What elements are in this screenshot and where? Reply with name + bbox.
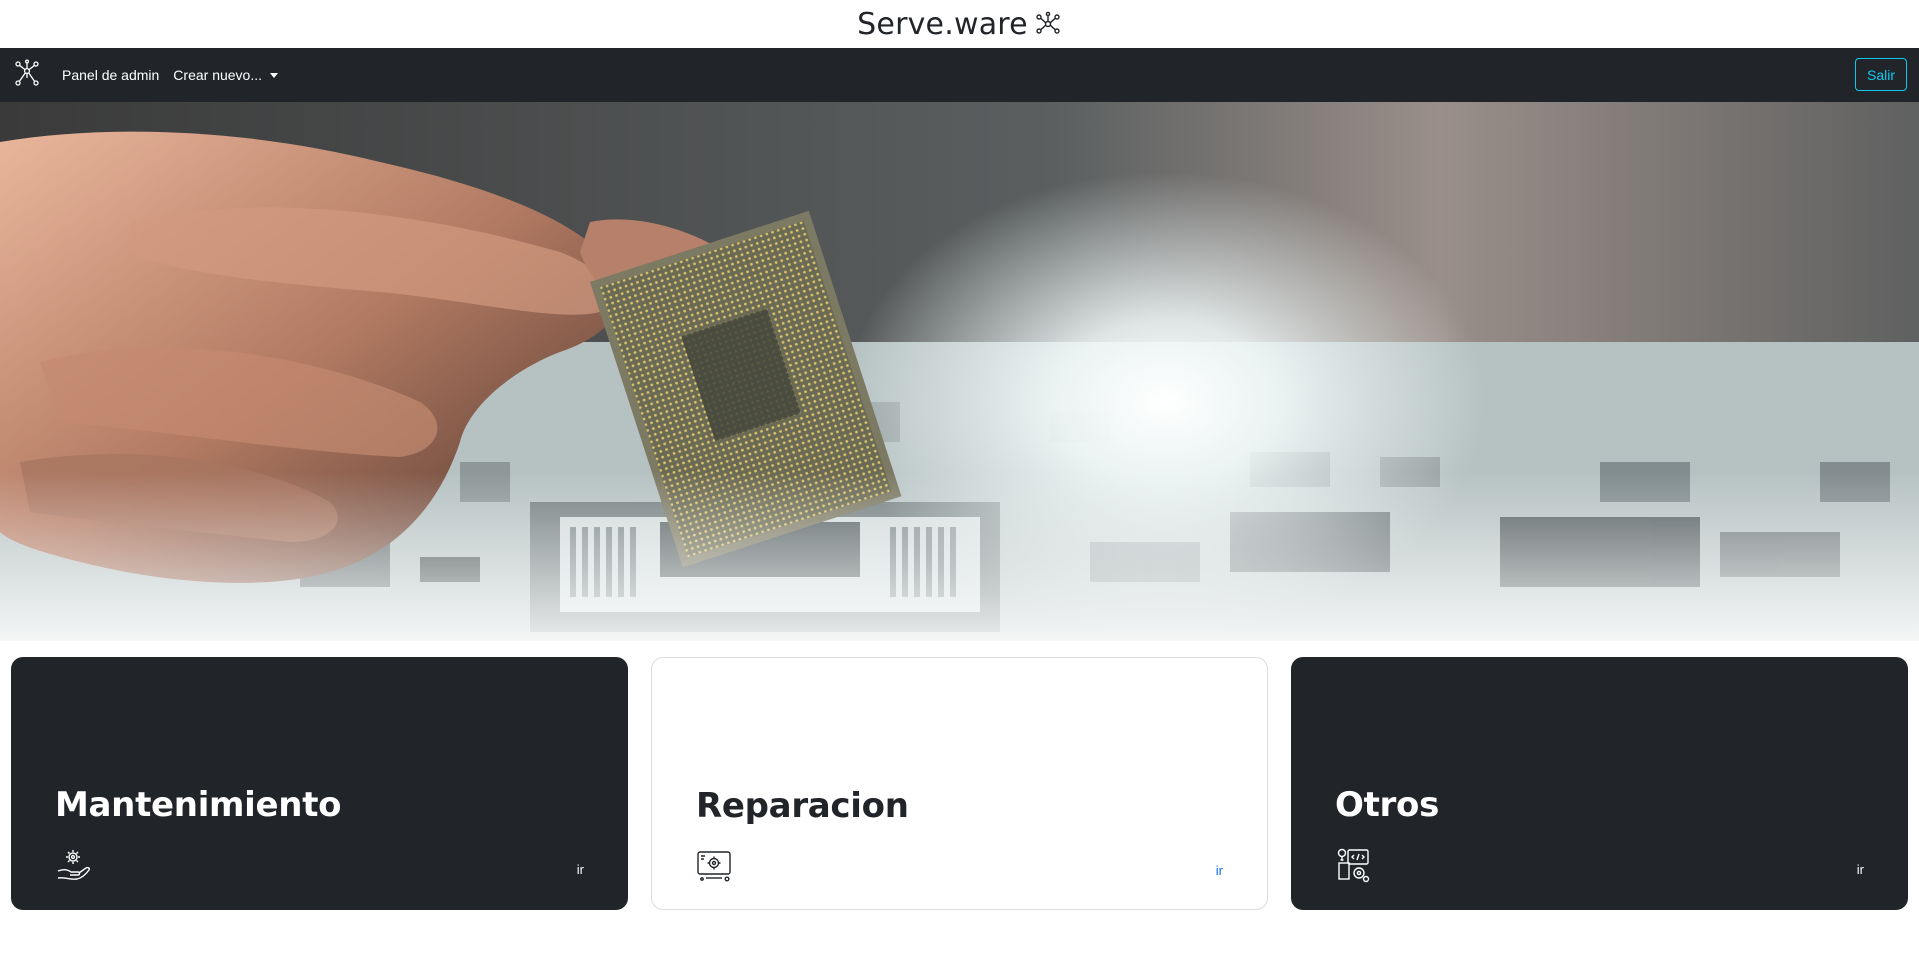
other-tools-icon bbox=[1335, 847, 1371, 883]
card-reparacion[interactable]: Reparacion ir bbox=[651, 657, 1268, 910]
maintenance-hand-gear-icon bbox=[55, 847, 91, 883]
card-go-link[interactable]: ir bbox=[1857, 862, 1864, 877]
network-nodes-icon bbox=[12, 58, 42, 93]
create-new-label: Crear nuevo... bbox=[173, 67, 263, 83]
brand-title: Serve.ware bbox=[857, 6, 1028, 42]
nav-admin-panel-link[interactable]: Panel de admin bbox=[62, 67, 159, 83]
card-otros[interactable]: Otros ir bbox=[1291, 657, 1908, 910]
service-cards: Mantenimiento ir Reparacion ir Otros ir bbox=[0, 641, 1919, 910]
main-navbar: Panel de admin Crear nuevo... Salir bbox=[0, 48, 1919, 102]
brand-header: Serve.ware bbox=[0, 0, 1919, 48]
logout-button[interactable]: Salir bbox=[1854, 58, 1907, 91]
nav-create-new-dropdown[interactable]: Crear nuevo... bbox=[173, 67, 279, 83]
card-title: Otros bbox=[1335, 785, 1440, 825]
card-go-link[interactable]: ir bbox=[577, 862, 584, 877]
card-title: Reparacion bbox=[696, 786, 909, 826]
hero-illustration bbox=[0, 102, 1919, 641]
hero-image bbox=[0, 102, 1919, 641]
caret-down-icon bbox=[270, 72, 279, 78]
network-nodes-icon bbox=[1034, 10, 1062, 38]
card-mantenimiento[interactable]: Mantenimiento ir bbox=[11, 657, 628, 910]
repair-monitor-gear-icon bbox=[696, 848, 732, 884]
navbar-logo[interactable] bbox=[12, 58, 42, 93]
card-go-link[interactable]: ir bbox=[1216, 863, 1223, 878]
card-title: Mantenimiento bbox=[55, 785, 342, 825]
